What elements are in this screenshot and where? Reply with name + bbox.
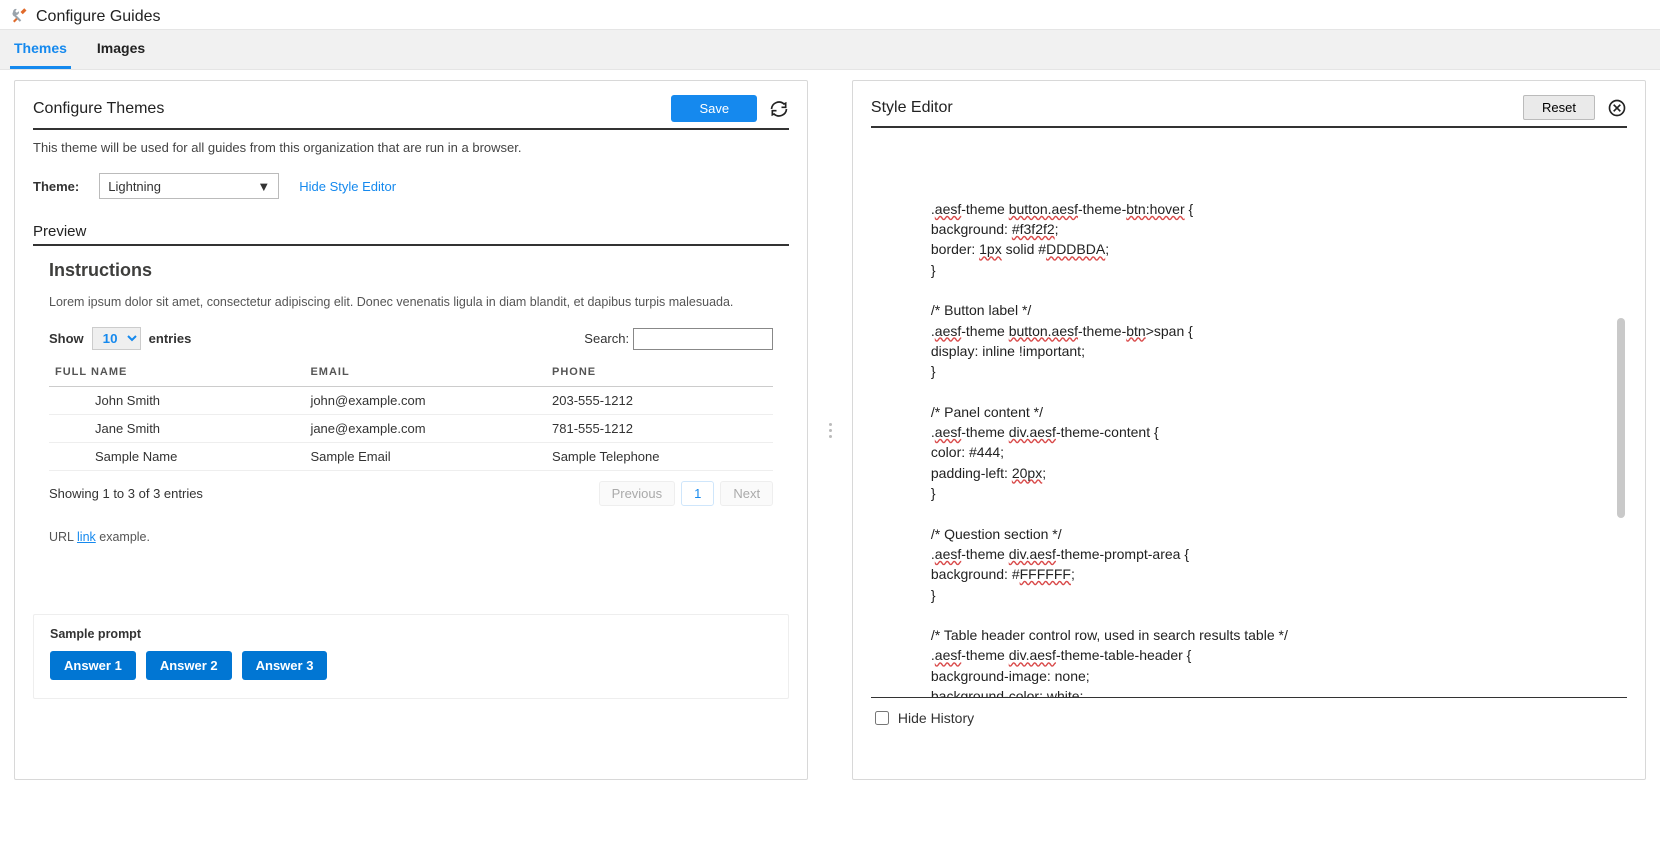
pager-prev[interactable]: Previous bbox=[599, 481, 676, 506]
table-header-row: FULL NAME EMAIL PHONE bbox=[49, 358, 773, 387]
answer-2-button[interactable]: Answer 2 bbox=[146, 651, 232, 680]
close-icon[interactable] bbox=[1607, 98, 1627, 118]
cell-phone: Sample Telephone bbox=[546, 443, 773, 471]
tools-icon bbox=[10, 6, 28, 27]
cell-name: John Smith bbox=[49, 387, 304, 415]
answer-3-button[interactable]: Answer 3 bbox=[242, 651, 328, 680]
table-row: Jane Smith jane@example.com 781-555-1212 bbox=[49, 415, 773, 443]
entries-word: entries bbox=[149, 331, 192, 346]
cell-phone: 781-555-1212 bbox=[546, 415, 773, 443]
datatable-info: Showing 1 to 3 of 3 entries bbox=[49, 486, 203, 501]
theme-select-value: Lightning bbox=[108, 179, 161, 194]
style-editor-panel: Style Editor Reset .aesf-theme button.ae… bbox=[852, 80, 1646, 780]
table-row: Sample Name Sample Email Sample Telephon… bbox=[49, 443, 773, 471]
scrollbar-thumb[interactable] bbox=[1617, 318, 1625, 518]
pager-next[interactable]: Next bbox=[720, 481, 773, 506]
table-row: John Smith john@example.com 203-555-1212 bbox=[49, 387, 773, 415]
search-label: Search: bbox=[584, 331, 629, 346]
tabstrip: Themes Images bbox=[0, 29, 1660, 70]
panel-splitter[interactable] bbox=[826, 80, 834, 780]
cell-email: jane@example.com bbox=[304, 415, 546, 443]
url-example: URL link example. bbox=[49, 530, 789, 544]
preview-table: FULL NAME EMAIL PHONE John Smith john@ex… bbox=[49, 358, 773, 471]
pager-page-1[interactable]: 1 bbox=[681, 481, 714, 506]
app-header: Configure Guides bbox=[0, 0, 1660, 29]
cell-phone: 203-555-1212 bbox=[546, 387, 773, 415]
chevron-down-icon: ▼ bbox=[257, 179, 270, 194]
show-word: Show bbox=[49, 331, 84, 346]
sample-prompt-title: Sample prompt bbox=[50, 627, 772, 641]
theme-select[interactable]: Lightning ▼ bbox=[99, 173, 279, 199]
hide-history-row[interactable]: Hide History bbox=[871, 708, 1627, 728]
page-size-select[interactable]: 10 bbox=[92, 327, 141, 350]
refresh-icon[interactable] bbox=[769, 99, 789, 119]
search-input[interactable] bbox=[633, 328, 773, 350]
instructions-text: Lorem ipsum dolor sit amet, consectetur … bbox=[49, 295, 789, 309]
col-phone[interactable]: PHONE bbox=[546, 358, 773, 387]
col-fullname[interactable]: FULL NAME bbox=[49, 358, 304, 387]
datatable-length: Show 10 entries bbox=[49, 327, 191, 350]
css-editor[interactable]: .aesf-theme button.aesf-theme-btn:hover … bbox=[871, 138, 1627, 698]
hide-style-editor-link[interactable]: Hide Style Editor bbox=[299, 179, 396, 194]
answer-1-button[interactable]: Answer 1 bbox=[50, 651, 136, 680]
theme-label: Theme: bbox=[33, 179, 79, 194]
tab-images[interactable]: Images bbox=[93, 30, 149, 69]
preview-heading: Preview bbox=[33, 223, 789, 246]
reset-button[interactable]: Reset bbox=[1523, 95, 1595, 120]
configure-themes-title: Configure Themes bbox=[33, 100, 164, 118]
col-email[interactable]: EMAIL bbox=[304, 358, 546, 387]
datatable-pager: Previous 1 Next bbox=[599, 481, 774, 506]
cell-email: Sample Email bbox=[304, 443, 546, 471]
style-editor-title: Style Editor bbox=[871, 99, 953, 117]
instructions-heading: Instructions bbox=[49, 260, 789, 281]
cell-email: john@example.com bbox=[304, 387, 546, 415]
cell-name: Jane Smith bbox=[49, 415, 304, 443]
tab-themes[interactable]: Themes bbox=[10, 30, 71, 69]
hide-history-label: Hide History bbox=[898, 710, 974, 726]
datatable-search: Search: bbox=[584, 328, 773, 350]
cell-name: Sample Name bbox=[49, 443, 304, 471]
theme-description: This theme will be used for all guides f… bbox=[33, 140, 789, 155]
save-button[interactable]: Save bbox=[671, 95, 757, 122]
hide-history-checkbox[interactable] bbox=[875, 711, 889, 725]
page-title: Configure Guides bbox=[36, 8, 161, 26]
example-link[interactable]: link bbox=[77, 530, 96, 544]
configure-themes-panel: Configure Themes Save This theme will be… bbox=[14, 80, 808, 780]
sample-prompt-box: Sample prompt Answer 1 Answer 2 Answer 3 bbox=[33, 614, 789, 699]
